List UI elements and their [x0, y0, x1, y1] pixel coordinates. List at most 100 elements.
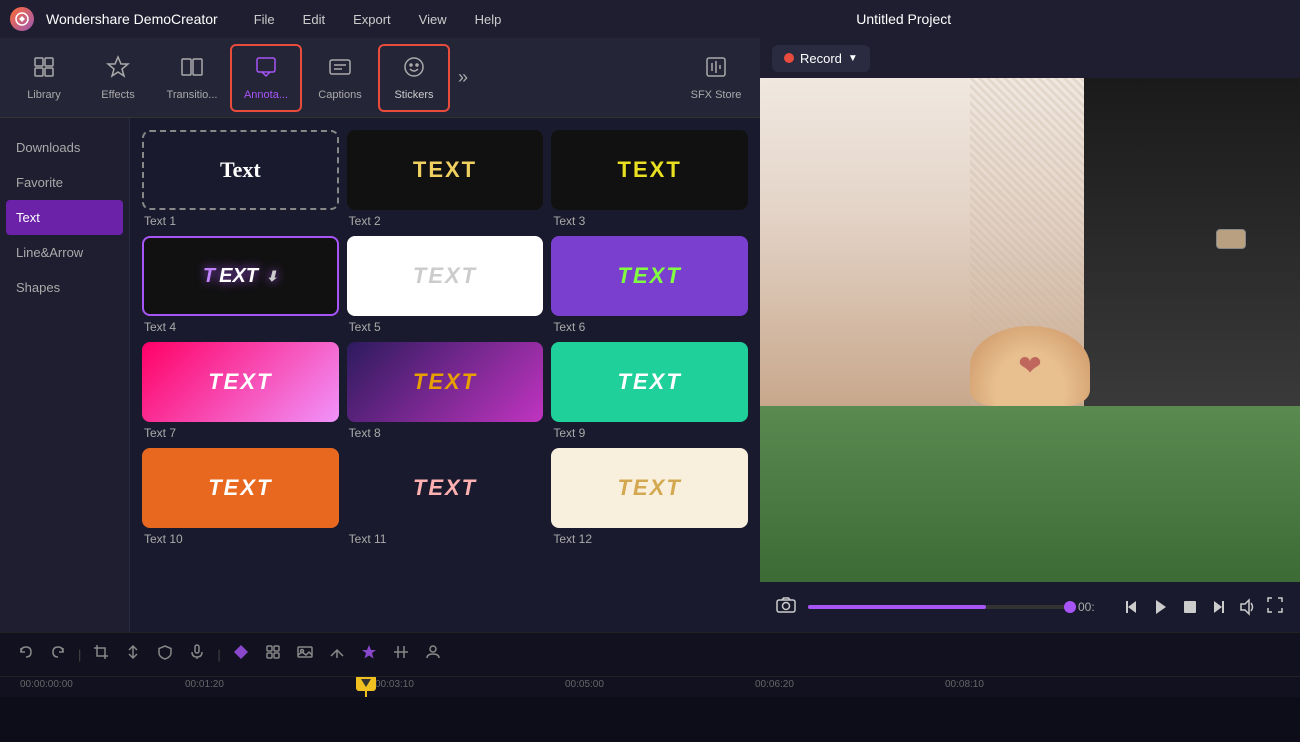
menu-file[interactable]: File — [242, 8, 287, 31]
menu-bar: Wondershare DemoCreator File Edit Export… — [0, 0, 1300, 38]
ruler-mark-1: 00:01:20 — [185, 679, 224, 690]
thumb-text-1: Text — [220, 157, 261, 183]
toolbar-sfx[interactable]: SFX Store — [680, 44, 752, 112]
text-thumbnail-2[interactable]: TEXT — [347, 130, 544, 210]
list-item[interactable]: TEXT Text 9 — [551, 342, 748, 440]
timeline-ruler: 00:00:00:00 00:01:20 00:03:10 00:05:00 0… — [0, 677, 1300, 697]
sidebar-item-downloads[interactable]: Downloads — [0, 130, 129, 165]
suit-area — [1084, 78, 1300, 406]
timeline-playhead[interactable] — [365, 677, 367, 697]
text-label-6: Text 6 — [551, 320, 748, 334]
diamond1-button[interactable] — [227, 640, 255, 669]
wedding-photo: ❤ — [760, 78, 1300, 582]
list-item[interactable]: Text Text 1 — [142, 130, 339, 228]
timeline-track: 00:00:00:00 00:01:20 00:03:10 00:05:00 0… — [0, 677, 1300, 742]
text-thumbnail-8[interactable]: TEXT — [347, 342, 544, 422]
group-button[interactable] — [259, 640, 287, 669]
list-item[interactable]: TEXT Text 3 — [551, 130, 748, 228]
list-item[interactable]: TEXT Text 8 — [347, 342, 544, 440]
sidebar-item-line-arrow[interactable]: Line&Arrow — [0, 235, 129, 270]
text-thumbnail-3[interactable]: TEXT — [551, 130, 748, 210]
preview-top: Record ▼ — [760, 38, 1300, 78]
text-thumbnail-4[interactable]: TEXT ⬇ — [142, 236, 339, 316]
fullscreen-button[interactable] — [1262, 592, 1288, 623]
toolbar-captions-label: Captions — [318, 89, 361, 101]
text-thumbnail-1[interactable]: Text — [142, 130, 339, 210]
menu-help[interactable]: Help — [463, 8, 514, 31]
toolbar-annotations[interactable]: Annota... — [230, 44, 302, 112]
prev-frame-button[interactable] — [1118, 595, 1146, 619]
list-item[interactable]: TEXT Text 5 — [347, 236, 544, 334]
volume-button[interactable] — [1232, 594, 1262, 620]
menu-edit[interactable]: Edit — [291, 8, 337, 31]
timeline-divider-1: | — [76, 647, 83, 662]
crop-button[interactable] — [87, 640, 115, 669]
text-thumbnail-12[interactable]: TEXT — [551, 448, 748, 528]
playhead-handle[interactable] — [356, 677, 376, 691]
sidebar-item-shapes[interactable]: Shapes — [0, 270, 129, 305]
undo-button[interactable] — [12, 640, 40, 669]
thumb-text-5: TEXT — [413, 263, 477, 289]
play-button[interactable] — [1146, 594, 1176, 620]
toolbar-transitions-label: Transitio... — [167, 89, 218, 101]
text-thumbnail-11[interactable]: TEXT — [347, 448, 544, 528]
sidebar-item-favorite[interactable]: Favorite — [0, 165, 129, 200]
text-label-12: Text 12 — [551, 532, 748, 546]
list-item[interactable]: TEXT Text 12 — [551, 448, 748, 546]
menu-export[interactable]: Export — [341, 8, 403, 31]
toolbar-transitions[interactable]: Transitio... — [156, 44, 228, 112]
toolbar-stickers[interactable]: Stickers — [378, 44, 450, 112]
list-item[interactable]: TEXT ⬇ Text 4 — [142, 236, 339, 334]
list-item[interactable]: TEXT Text 10 — [142, 448, 339, 546]
annotations-icon — [254, 55, 278, 85]
app-name: Wondershare DemoCreator — [46, 11, 218, 27]
screenshot-button[interactable] — [772, 593, 800, 622]
redo-button[interactable] — [44, 640, 72, 669]
list-item[interactable]: TEXT Text 7 — [142, 342, 339, 440]
timeline: | | — [0, 632, 1300, 742]
text-label-8: Text 8 — [347, 426, 544, 440]
image-button[interactable] — [291, 640, 319, 669]
progress-handle[interactable] — [1064, 601, 1076, 613]
toolbar-effects-label: Effects — [101, 89, 134, 101]
shield-button[interactable] — [151, 640, 179, 669]
ruler-mark-3: 00:05:00 — [565, 679, 604, 690]
toolbar-effects[interactable]: Effects — [82, 44, 154, 112]
sticker-button[interactable] — [355, 640, 383, 669]
trim-button[interactable] — [387, 640, 415, 669]
text-thumbnail-6[interactable]: TEXT — [551, 236, 748, 316]
transitions-icon — [180, 55, 204, 85]
panel-body: Downloads Favorite Text Line&Arrow Shape… — [0, 118, 760, 632]
thumb-text-12: TEXT — [618, 475, 682, 501]
library-icon — [32, 55, 56, 85]
toolbar-captions[interactable]: Captions — [304, 44, 376, 112]
main-content: Library Effects Transitio... — [0, 38, 1300, 632]
thumb-text-10: TEXT — [208, 475, 272, 501]
list-item[interactable]: TEXT Text 11 — [347, 448, 544, 546]
text-thumbnail-7[interactable]: TEXT — [142, 342, 339, 422]
progress-bar[interactable] — [808, 605, 1070, 609]
text-thumbnail-5[interactable]: TEXT — [347, 236, 544, 316]
list-item[interactable]: TEXT Text 2 — [347, 130, 544, 228]
effects-icon — [106, 55, 130, 85]
split-button[interactable] — [119, 640, 147, 669]
sidebar-item-text[interactable]: Text — [6, 200, 123, 235]
menu-view[interactable]: View — [407, 8, 459, 31]
text-thumbnail-10[interactable]: TEXT — [142, 448, 339, 528]
record-dot — [784, 53, 794, 63]
next-frame-button[interactable] — [1204, 595, 1232, 619]
list-item[interactable]: TEXT Text 6 — [551, 236, 748, 334]
text-label-4: Text 4 — [142, 320, 339, 334]
record-button[interactable]: Record ▼ — [772, 45, 870, 72]
user-button[interactable] — [419, 640, 447, 669]
forward-button[interactable] — [323, 640, 351, 669]
toolbar-more[interactable]: » — [452, 67, 474, 88]
timeline-divider-2: | — [215, 647, 222, 662]
toolbar-library[interactable]: Library — [8, 44, 80, 112]
record-dropdown-icon: ▼ — [848, 53, 858, 64]
preview-area: ❤ — [760, 78, 1300, 582]
stop-button[interactable] — [1176, 595, 1204, 619]
text-thumbnail-9[interactable]: TEXT — [551, 342, 748, 422]
mic-button[interactable] — [183, 640, 211, 669]
ruler-mark-5: 00:08:10 — [945, 679, 984, 690]
